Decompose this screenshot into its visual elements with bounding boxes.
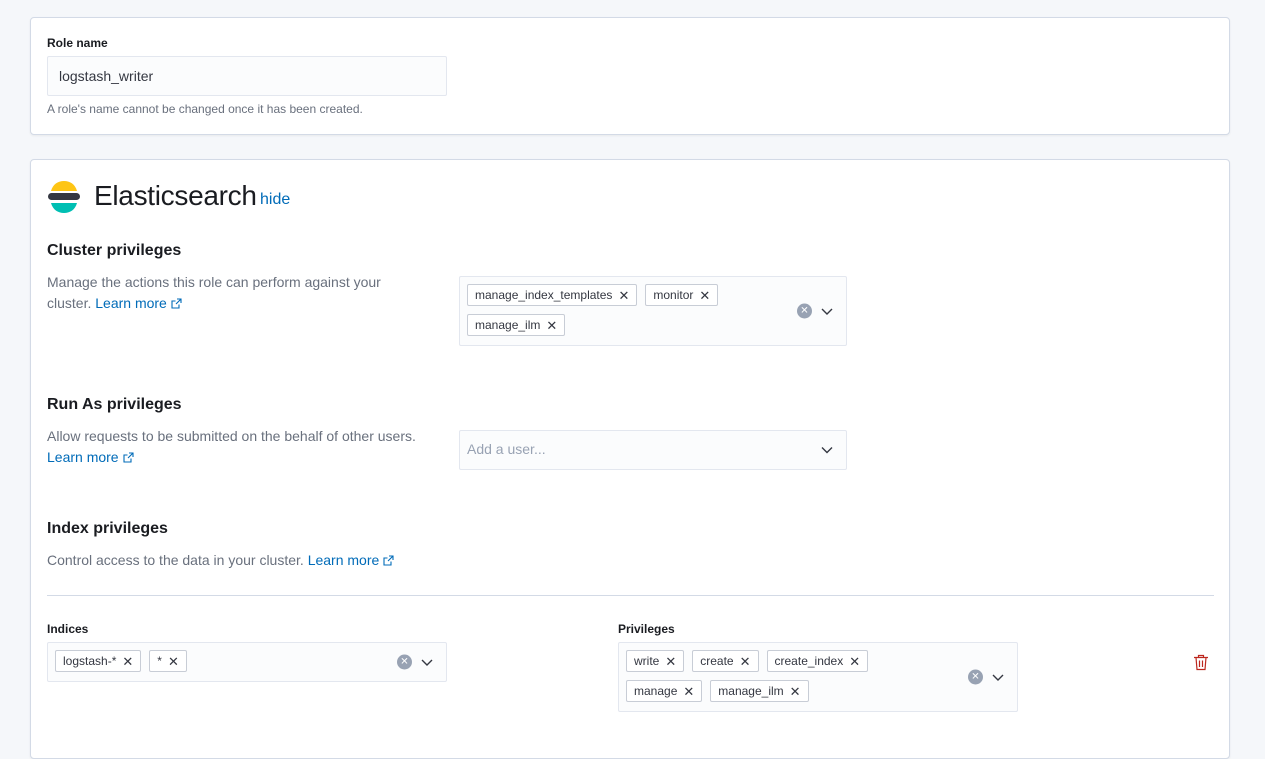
- clear-icon[interactable]: ✕: [397, 654, 412, 670]
- external-link-icon: [171, 298, 182, 309]
- pill-label: manage_ilm: [718, 684, 784, 698]
- remove-pill-icon[interactable]: ✕: [740, 655, 751, 668]
- combo-controls: ✕: [797, 303, 834, 319]
- chevron-down-icon[interactable]: [991, 670, 1005, 684]
- run-as-user-combobox[interactable]: Add a user...: [459, 430, 847, 470]
- indices-label: Indices: [47, 622, 89, 636]
- cluster-learn-more-link[interactable]: Learn more: [95, 295, 182, 311]
- selected-pill: monitor ✕: [645, 284, 719, 306]
- run-as-learn-more-label: Learn more: [47, 449, 119, 465]
- external-link-icon: [383, 555, 394, 566]
- selected-pill: create ✕: [692, 650, 759, 672]
- selected-pill: manage_ilm ✕: [467, 314, 566, 336]
- cluster-privileges-combobox[interactable]: manage_index_templates ✕ monitor ✕ manage_il…: [459, 276, 847, 346]
- pill-label: logstash-*: [63, 654, 117, 668]
- role-name-help: A role's name cannot be changed once it …: [47, 102, 363, 116]
- privileges-label: Privileges: [618, 622, 675, 636]
- index-learn-more-label: Learn more: [307, 552, 380, 568]
- hide-link[interactable]: hide: [260, 191, 290, 209]
- chevron-down-icon[interactable]: [820, 304, 834, 318]
- run-as-privileges-description: Allow requests to be submitted on the be…: [47, 426, 427, 468]
- role-name-panel: Role name logstash_writer A role's name …: [30, 17, 1230, 135]
- elasticsearch-logo-icon: [48, 181, 80, 213]
- remove-pill-icon[interactable]: ✕: [168, 655, 179, 668]
- selected-pill: * ✕: [149, 650, 187, 672]
- run-as-learn-more-link[interactable]: Learn more: [47, 449, 134, 465]
- external-link-icon: [123, 452, 134, 463]
- remove-pill-icon[interactable]: ✕: [122, 655, 133, 668]
- selected-pill: create_index ✕: [766, 650, 869, 672]
- remove-pill-icon[interactable]: ✕: [665, 655, 676, 668]
- role-name-label: Role name: [47, 36, 108, 50]
- trash-icon[interactable]: [1193, 654, 1209, 671]
- cluster-learn-more-label: Learn more: [95, 295, 167, 311]
- indices-combobox[interactable]: logstash-* ✕ * ✕ ✕: [47, 642, 447, 682]
- remove-pill-icon[interactable]: ✕: [849, 655, 860, 668]
- selected-pill: manage ✕: [626, 680, 703, 702]
- combo-controls: ✕: [397, 654, 434, 670]
- indices-pills: logstash-* ✕ * ✕: [55, 650, 439, 672]
- selected-pill: logstash-* ✕: [55, 650, 142, 672]
- selected-pill: write ✕: [626, 650, 685, 672]
- section-divider: [47, 595, 1214, 596]
- pill-label: write: [634, 654, 660, 668]
- pill-label: monitor: [653, 288, 694, 302]
- pill-label: create: [700, 654, 734, 668]
- clear-icon[interactable]: ✕: [797, 303, 812, 319]
- index-privileges-pills: write ✕ create ✕ create_index ✕ manage ✕ manage_…: [626, 650, 1010, 702]
- chevron-down-icon[interactable]: [420, 655, 434, 669]
- index-privileges-title: Index privileges: [47, 520, 168, 537]
- combo-controls: [820, 443, 834, 457]
- clear-icon[interactable]: ✕: [968, 669, 983, 685]
- cluster-privileges-pills: manage_index_templates ✕ monitor ✕ manage_il…: [467, 284, 839, 336]
- elasticsearch-panel: Elasticsearch hide Cluster privileges Ma…: [30, 159, 1230, 759]
- run-as-privileges-title: Run As privileges: [47, 396, 182, 413]
- remove-pill-icon[interactable]: ✕: [699, 289, 710, 302]
- selected-pill: manage_ilm ✕: [710, 680, 809, 702]
- elasticsearch-title: Elasticsearch: [94, 180, 257, 211]
- cluster-privileges-title: Cluster privileges: [47, 242, 182, 259]
- cluster-privileges-description: Manage the actions this role can perform…: [47, 272, 427, 314]
- remove-pill-icon[interactable]: ✕: [790, 685, 801, 698]
- index-privileges-description: Control access to the data in your clust…: [47, 550, 547, 571]
- index-learn-more-link[interactable]: Learn more: [308, 552, 395, 568]
- combo-controls: ✕: [968, 669, 1005, 685]
- remove-pill-icon[interactable]: ✕: [546, 319, 557, 332]
- pill-label: manage_ilm: [475, 318, 541, 332]
- pill-label: manage_index_templates: [475, 288, 613, 302]
- selected-pill: manage_index_templates ✕: [467, 284, 638, 306]
- index-desc-text: Control access to the data in your clust…: [47, 552, 304, 568]
- index-privileges-combobox[interactable]: write ✕ create ✕ create_index ✕ manage ✕ manage_…: [618, 642, 1018, 712]
- remove-pill-icon[interactable]: ✕: [683, 685, 694, 698]
- chevron-down-icon[interactable]: [820, 443, 834, 457]
- run-as-desc-text: Allow requests to be submitted on the be…: [47, 428, 416, 444]
- pill-label: *: [157, 654, 162, 668]
- pill-label: manage: [634, 684, 678, 698]
- pill-label: create_index: [774, 654, 844, 668]
- remove-pill-icon[interactable]: ✕: [618, 289, 629, 302]
- add-user-placeholder: Add a user...: [467, 441, 546, 457]
- role-name-input[interactable]: logstash_writer: [47, 56, 447, 96]
